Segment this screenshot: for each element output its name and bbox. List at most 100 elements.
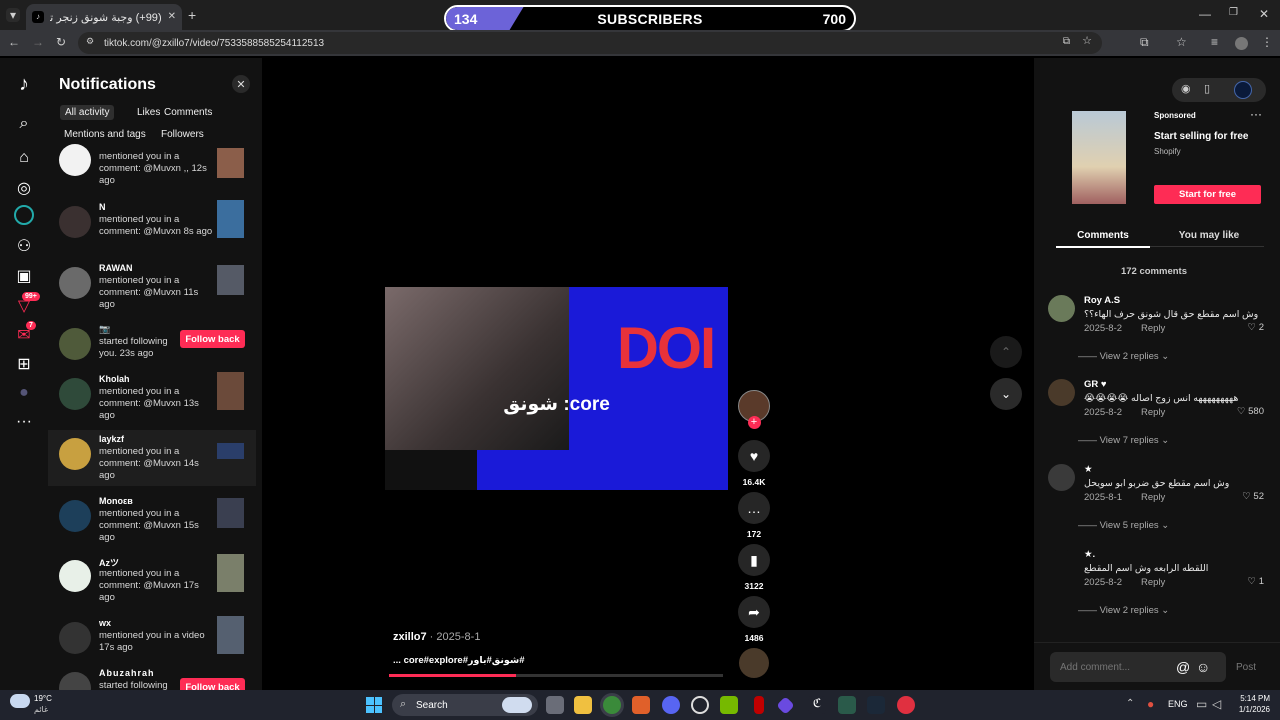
- browser-tab[interactable]: ♪ (99+) وجبة شونق زنجر تجربة ✕: [26, 4, 182, 30]
- video-progress-track[interactable]: [389, 674, 723, 677]
- filter-followers[interactable]: Followers: [156, 127, 209, 142]
- avatar[interactable]: [1048, 464, 1075, 491]
- purple-app-icon[interactable]: [776, 696, 795, 715]
- next-video-icon[interactable]: ⌄: [990, 378, 1022, 410]
- task-view-icon[interactable]: [546, 696, 564, 714]
- notification-item[interactable]: N mentioned you in a comment: @Muvxn 8s …: [48, 198, 256, 254]
- reply-button[interactable]: Reply: [1141, 577, 1165, 588]
- reply-button[interactable]: Reply: [1141, 323, 1165, 334]
- video-thumbnail[interactable]: [217, 443, 244, 459]
- comment-action[interactable]: … 172: [737, 492, 771, 539]
- sound-avatar[interactable]: [737, 648, 771, 678]
- new-tab-icon[interactable]: +: [188, 8, 196, 22]
- notification-item[interactable]: mentioned you in a comment: @Muvxn ,, 12…: [48, 142, 256, 198]
- taskbar-search[interactable]: ⌕ Search: [392, 694, 538, 716]
- video-thumbnail[interactable]: [217, 265, 244, 295]
- tab-you-may-like[interactable]: You may like: [1162, 230, 1256, 241]
- discord-icon[interactable]: [662, 696, 680, 714]
- video-thumbnail[interactable]: [217, 372, 244, 410]
- friends-icon[interactable]: ⚇: [12, 234, 36, 258]
- heart-icon[interactable]: ♥: [738, 440, 770, 472]
- microphone-icon[interactable]: ●: [1147, 698, 1154, 710]
- forward-icon[interactable]: →: [32, 36, 44, 48]
- install-app-icon[interactable]: ⧉: [1063, 37, 1070, 47]
- recording-app-icon[interactable]: [897, 696, 915, 714]
- share-action[interactable]: ➦ 1486: [737, 596, 771, 643]
- save-action[interactable]: ▮ 3122: [737, 544, 771, 591]
- follow-plus-icon[interactable]: +: [747, 416, 761, 429]
- network-icon[interactable]: ▭: [1196, 698, 1207, 710]
- more-icon[interactable]: ···: [12, 410, 36, 434]
- close-notifications-icon[interactable]: ✕: [232, 75, 250, 93]
- video-thumbnail[interactable]: [217, 148, 244, 178]
- follow-back-button[interactable]: Follow back: [180, 678, 245, 690]
- sponsored-ad[interactable]: Sponsored ··· Start selling for free Sho…: [1050, 108, 1280, 208]
- mention-icon[interactable]: @: [1176, 660, 1190, 674]
- avatar[interactable]: [59, 560, 91, 592]
- volume-icon[interactable]: ◁: [1212, 698, 1221, 710]
- follow-back-button[interactable]: Follow back: [180, 330, 245, 348]
- heart-outline-icon[interactable]: ♡: [1248, 576, 1257, 587]
- comment-like[interactable]: ♡ 1: [1248, 576, 1264, 587]
- notification-item[interactable]: wx mentioned you in a video 17s ago: [48, 614, 256, 670]
- like-action[interactable]: ♥ 16.4K: [737, 440, 771, 487]
- bookmark-icon[interactable]: ▮: [738, 544, 770, 576]
- filter-comments[interactable]: Comments: [159, 105, 217, 120]
- comment-user[interactable]: GR ♥: [1084, 379, 1107, 390]
- comment-user[interactable]: ★.: [1084, 549, 1095, 560]
- comment-user[interactable]: Roy A.S: [1084, 295, 1120, 306]
- view-replies-button[interactable]: —— View 5 replies ⌄: [1078, 520, 1169, 531]
- view-replies-button[interactable]: —— View 2 replies ⌄: [1078, 605, 1169, 616]
- avatar[interactable]: [1234, 81, 1252, 99]
- avatar[interactable]: [59, 672, 91, 690]
- extensions-icon[interactable]: ⧉: [1140, 36, 1149, 48]
- phone-icon[interactable]: ▯: [1204, 84, 1210, 95]
- comment-like[interactable]: ♡ 52: [1242, 491, 1264, 502]
- home-icon[interactable]: ⌂: [12, 146, 36, 170]
- obs-icon[interactable]: [691, 696, 709, 714]
- notification-item[interactable]: Azツ mentioned you in a comment: @Muvxn 1…: [48, 552, 256, 608]
- avatar[interactable]: [59, 438, 91, 470]
- sound-disc-icon[interactable]: [739, 648, 769, 678]
- nvidia-icon[interactable]: [720, 696, 738, 714]
- url-field[interactable]: ⚙ tiktok.com/@zxillo7/video/753358858525…: [78, 32, 1102, 54]
- search-icon[interactable]: ⌕: [12, 112, 36, 136]
- profile-avatar[interactable]: [1235, 37, 1248, 50]
- tiktok-logo-icon[interactable]: ♪: [12, 72, 36, 96]
- ad-more-icon[interactable]: ···: [1250, 108, 1262, 120]
- browser-menu-icon[interactable]: ⋮: [1261, 36, 1273, 48]
- profile-icon[interactable]: ●: [12, 381, 36, 405]
- language-indicator[interactable]: ENG: [1168, 699, 1188, 709]
- comment-like[interactable]: ♡ 2: [1248, 322, 1264, 333]
- avatar[interactable]: [59, 206, 91, 238]
- compass-icon[interactable]: ◉: [1181, 84, 1191, 95]
- upload-icon[interactable]: ⊞: [12, 352, 36, 376]
- weather-icon[interactable]: [10, 694, 30, 708]
- avatar[interactable]: [1048, 295, 1075, 322]
- video-thumbnail[interactable]: [217, 616, 244, 654]
- clock-date[interactable]: 1/1/2026: [1232, 705, 1270, 714]
- ad-image[interactable]: [1072, 111, 1126, 204]
- avatar[interactable]: [59, 267, 91, 299]
- clock-time[interactable]: 5:14 PM: [1236, 694, 1270, 703]
- heart-outline-icon[interactable]: ♡: [1237, 406, 1246, 417]
- notification-item[interactable]: RAWAN mentioned you in a comment: @Muvxn…: [48, 259, 256, 315]
- tab-close-icon[interactable]: ✕: [168, 12, 176, 22]
- minimize-icon[interactable]: —: [1199, 8, 1211, 20]
- author-avatar-rail[interactable]: +: [737, 390, 771, 429]
- avatar[interactable]: [59, 500, 91, 532]
- activity-icon[interactable]: ▽ 99+: [12, 292, 40, 318]
- reply-button[interactable]: Reply: [1141, 492, 1165, 503]
- restore-icon[interactable]: ❐: [1229, 8, 1238, 18]
- brave-icon[interactable]: [632, 696, 650, 714]
- notification-item[interactable]: laykzf mentioned you in a comment: @Muvx…: [48, 430, 256, 486]
- reload-icon[interactable]: ↻: [56, 36, 66, 48]
- view-replies-button[interactable]: —— View 7 replies ⌄: [1078, 435, 1169, 446]
- video-author[interactable]: zxillo7: [393, 631, 427, 643]
- site-info-icon[interactable]: ⚙: [86, 37, 94, 46]
- view-replies-button[interactable]: —— View 2 replies ⌄: [1078, 351, 1169, 362]
- following-icon[interactable]: [14, 205, 34, 225]
- filter-all-activity[interactable]: All activity: [60, 105, 115, 120]
- red-app-icon[interactable]: [754, 696, 764, 714]
- comment-user[interactable]: ★: [1084, 464, 1093, 475]
